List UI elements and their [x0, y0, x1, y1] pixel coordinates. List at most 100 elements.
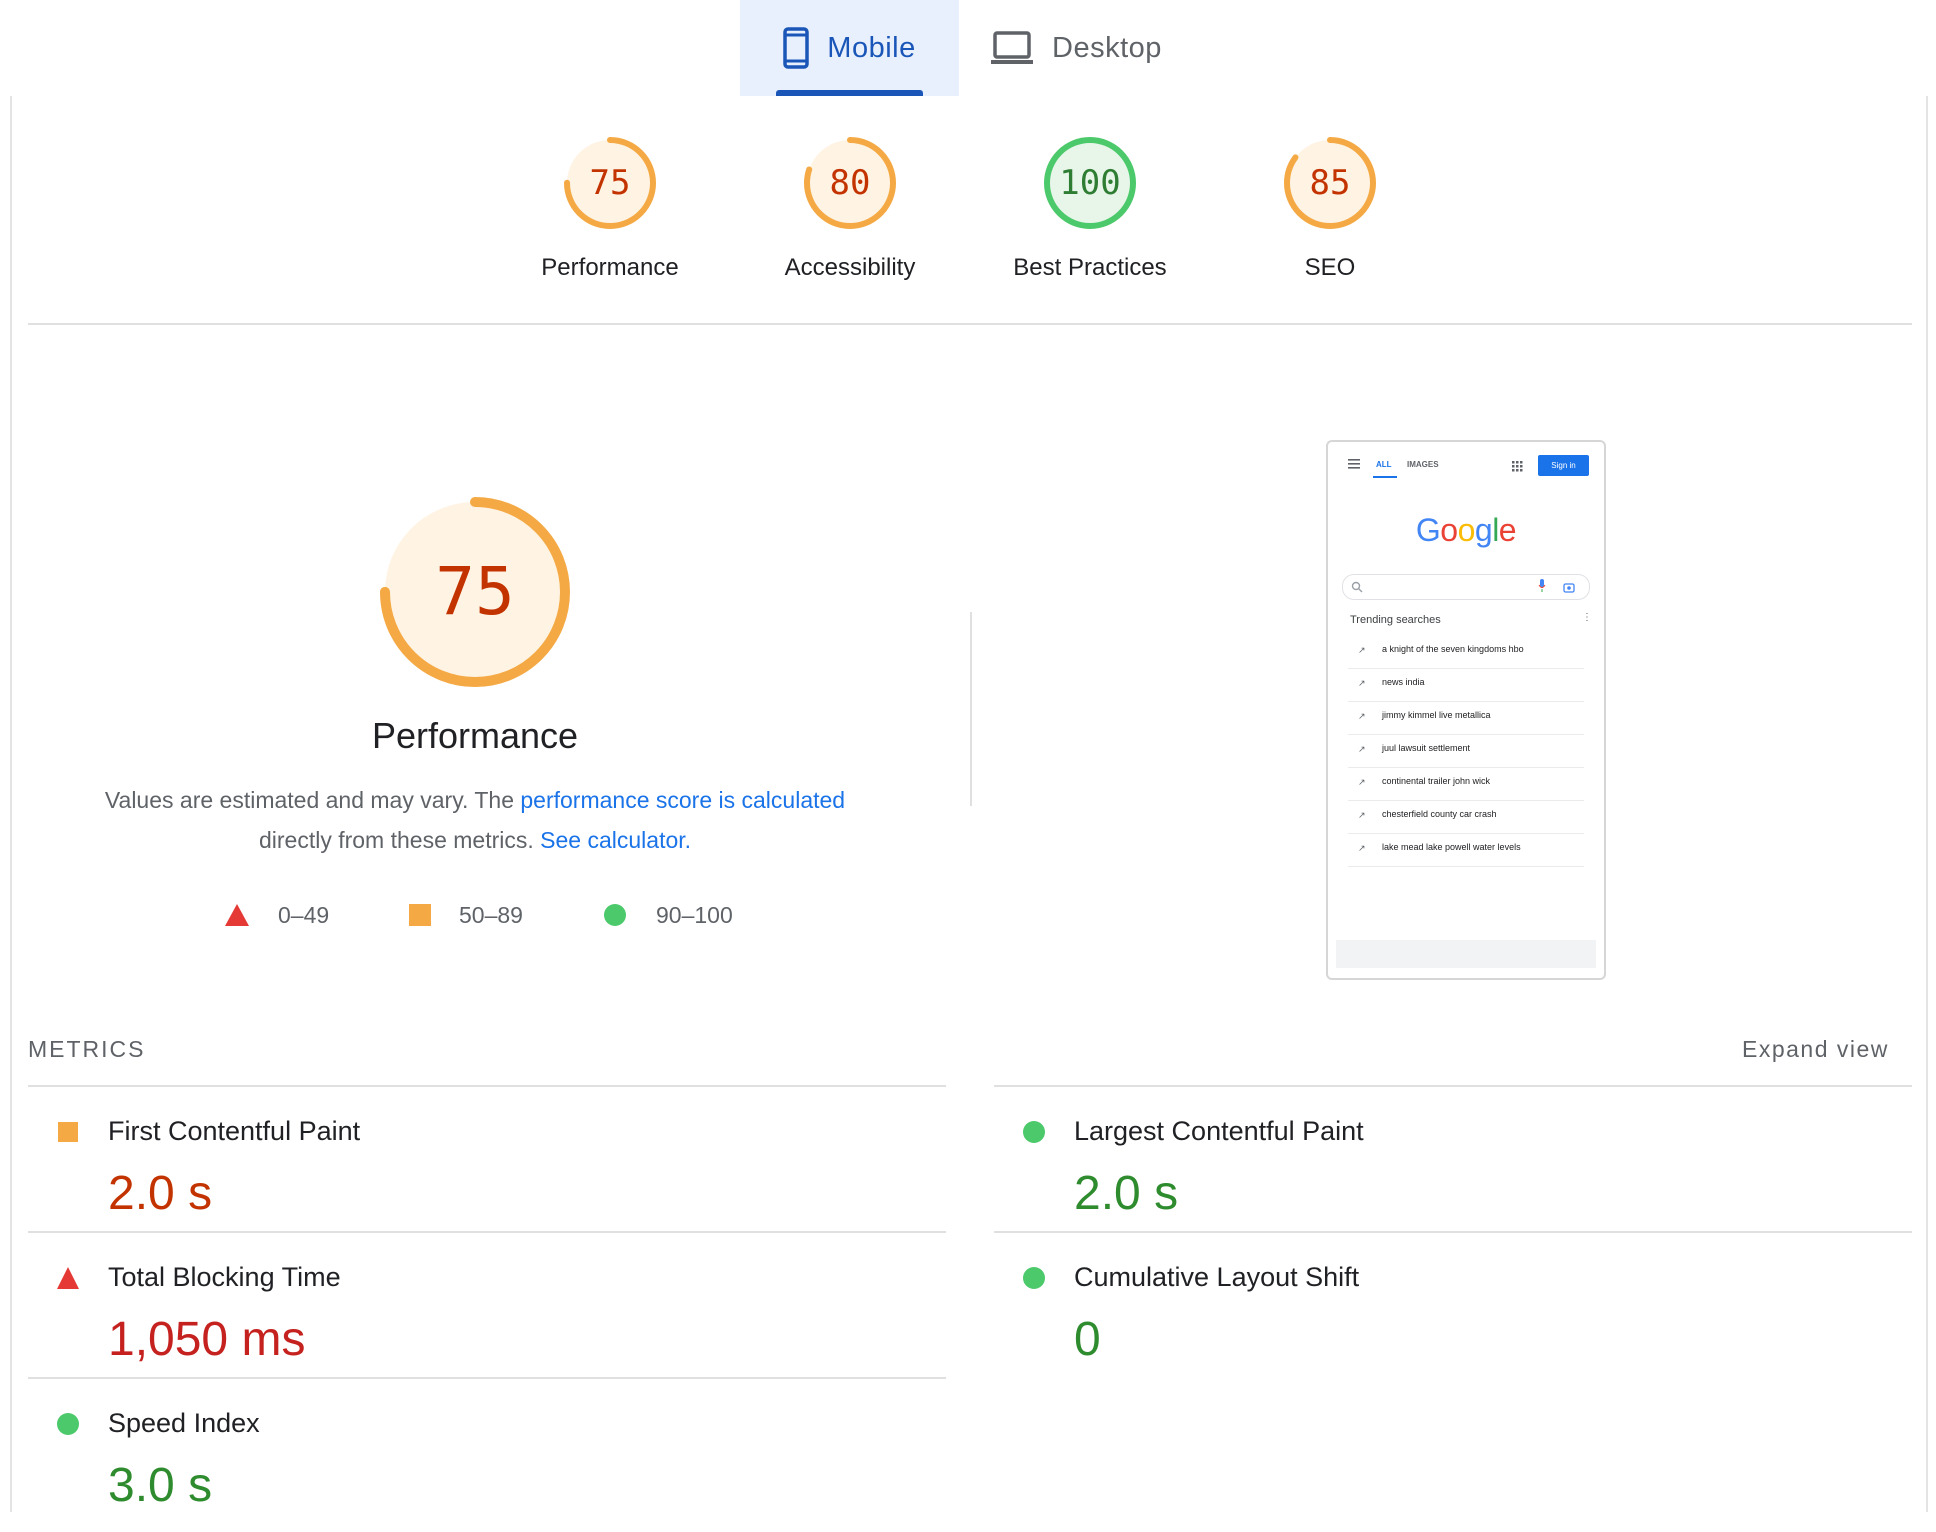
list-item: ↗ jimmy kimmel live metallica: [1348, 701, 1584, 735]
tab-desktop[interactable]: Desktop: [990, 0, 1210, 96]
average-square-icon: [409, 904, 431, 926]
trending-icon: ↗: [1358, 810, 1366, 820]
tab-mobile-label: Mobile: [827, 31, 916, 64]
score-value: 80: [829, 163, 871, 203]
vertical-divider: [970, 612, 972, 806]
score-legend: 0–49 50–89 90–100: [0, 900, 900, 930]
metric-label: Cumulative Layout Shift: [1074, 1262, 1360, 1292]
performance-description: Values are estimated and may vary. The p…: [60, 780, 890, 860]
score-gauge: 100: [1041, 134, 1139, 232]
trending-icon: ↗: [1358, 843, 1366, 853]
score-value: 100: [1059, 163, 1121, 203]
device-tabs: Mobile Desktop: [0, 0, 1936, 96]
metric-speed-index: Speed Index 3.0 s: [28, 1392, 928, 1532]
thumb-trending-title: Trending searches: [1350, 614, 1441, 626]
tab-mobile[interactable]: Mobile: [740, 0, 959, 96]
trending-icon: ↗: [1358, 744, 1366, 754]
metric-first-contentful-paint: First Contentful Paint 2.0 s: [28, 1100, 928, 1240]
trend-text: news india: [1382, 677, 1425, 687]
mic-icon: [1538, 579, 1546, 598]
final-screenshot[interactable]: ALL IMAGES Sign in Google Trending searc…: [1326, 440, 1606, 980]
more-vert-icon: ⋮: [1582, 612, 1592, 623]
search-icon: [1351, 580, 1363, 598]
camera-icon: [1563, 580, 1575, 598]
performance-score: 75: [435, 553, 515, 630]
list-item: ↗ juul lawsuit settlement: [1348, 734, 1584, 768]
divider: [994, 1085, 1912, 1087]
fail-triangle-icon: [57, 1267, 79, 1289]
list-item: ↗ continental trailer john wick: [1348, 767, 1584, 801]
category-performance[interactable]: 75 Performance: [490, 134, 730, 282]
trending-icon: ↗: [1358, 777, 1366, 787]
list-item: ↗ lake mead lake powell water levels: [1348, 833, 1584, 867]
pass-circle-icon: [604, 904, 626, 926]
trend-text: juul lawsuit settlement: [1382, 743, 1471, 753]
metric-value: 0: [1074, 1313, 1101, 1366]
list-item: ↗ a knight of the seven kingdoms hbo: [1348, 635, 1584, 669]
thumb-search-box: [1342, 574, 1590, 600]
trending-icon: ↗: [1358, 678, 1366, 688]
category-best-practices[interactable]: 100 Best Practices: [970, 134, 1210, 282]
score-gauge: 75: [561, 134, 659, 232]
metrics-header: METRICS: [28, 1036, 146, 1062]
see-calculator-link[interactable]: See calculator.: [540, 827, 691, 853]
metric-label: Largest Contentful Paint: [1074, 1116, 1364, 1146]
laptop-icon: [990, 30, 1034, 66]
category-label: Accessibility: [784, 254, 916, 281]
metric-value: 2.0 s: [108, 1167, 213, 1220]
metric-largest-contentful-paint: Largest Contentful Paint 2.0 s: [994, 1100, 1894, 1240]
thumb-footer: [1336, 940, 1596, 968]
metric-value: 1,050 ms: [108, 1313, 306, 1366]
trend-text: lake mead lake powell water levels: [1382, 842, 1521, 852]
legend-fail: 0–49: [224, 900, 329, 930]
legend-average: 50–89: [408, 900, 523, 930]
report-frame-right: [1926, 96, 1928, 1512]
thumb-tab-all: ALL: [1376, 460, 1392, 469]
menu-icon: [1348, 456, 1360, 474]
trend-text: a knight of the seven kingdoms hbo: [1382, 644, 1524, 654]
trend-text: chesterfield county car crash: [1382, 809, 1497, 819]
legend-pass: 90–100: [603, 900, 733, 930]
score-calculated-link[interactable]: performance score is calculated: [520, 787, 845, 813]
trending-icon: ↗: [1358, 711, 1366, 721]
pass-circle-icon: [1023, 1121, 1045, 1143]
thumb-tab-underline: [1373, 476, 1397, 478]
apps-grid-icon: [1512, 459, 1523, 477]
fail-triangle-icon: [225, 904, 249, 926]
tab-desktop-label: Desktop: [1052, 31, 1162, 64]
performance-gauge: 75: [377, 494, 573, 690]
average-square-icon: [58, 1122, 78, 1142]
score-gauge: 80: [801, 134, 899, 232]
performance-title: Performance: [371, 715, 579, 756]
pass-circle-icon: [57, 1413, 79, 1435]
pass-circle-icon: [1023, 1267, 1045, 1289]
active-tab-indicator: [776, 90, 923, 96]
category-accessibility[interactable]: 80 Accessibility: [730, 134, 970, 282]
metric-value: 2.0 s: [1074, 1167, 1179, 1220]
trend-text: jimmy kimmel live metallica: [1382, 710, 1491, 720]
desc-text: Values are estimated and may vary. The: [104, 787, 521, 813]
expand-view-button[interactable]: Expand view: [1742, 1036, 1889, 1063]
legend-range: 50–89: [459, 901, 523, 928]
category-label: Best Practices: [1013, 254, 1167, 281]
category-label: Performance: [541, 254, 679, 281]
trend-text: continental trailer john wick: [1382, 776, 1491, 786]
list-item: ↗ chesterfield county car crash: [1348, 800, 1584, 834]
metric-total-blocking-time: Total Blocking Time 1,050 ms: [28, 1246, 928, 1386]
metric-label: Total Blocking Time: [108, 1262, 341, 1292]
metric-label: Speed Index: [108, 1408, 260, 1438]
thumb-tab-images: IMAGES: [1407, 460, 1439, 469]
divider: [28, 1085, 946, 1087]
desc-text: directly from these metrics.: [258, 827, 541, 853]
legend-range: 90–100: [656, 901, 733, 928]
legend-range: 0–49: [278, 901, 330, 928]
list-item: ↗ news india: [1348, 668, 1584, 702]
category-label: SEO: [1304, 254, 1356, 281]
score-value: 85: [1309, 163, 1351, 203]
metric-value: 3.0 s: [108, 1459, 213, 1512]
score-value: 75: [589, 163, 631, 203]
google-logo: Google: [1415, 512, 1517, 548]
divider: [28, 323, 1912, 325]
category-seo[interactable]: 85 SEO: [1210, 134, 1450, 282]
score-gauge: 85: [1281, 134, 1379, 232]
